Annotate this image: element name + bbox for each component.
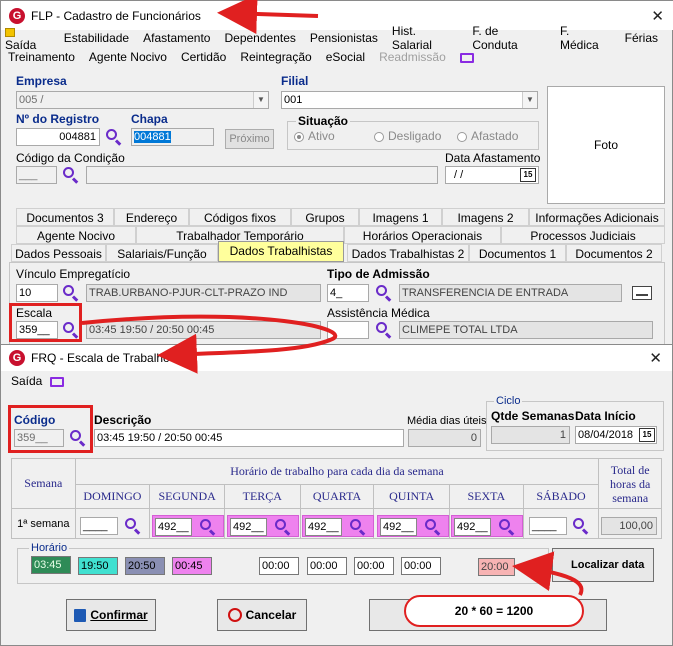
annotation-arrows	[81, 0, 584, 596]
escala-arrow	[81, 314, 338, 374]
calculation-callout: 20 * 60 = 1200	[404, 595, 584, 627]
title-arrow	[217, 0, 319, 35]
total-arrow	[512, 551, 584, 596]
